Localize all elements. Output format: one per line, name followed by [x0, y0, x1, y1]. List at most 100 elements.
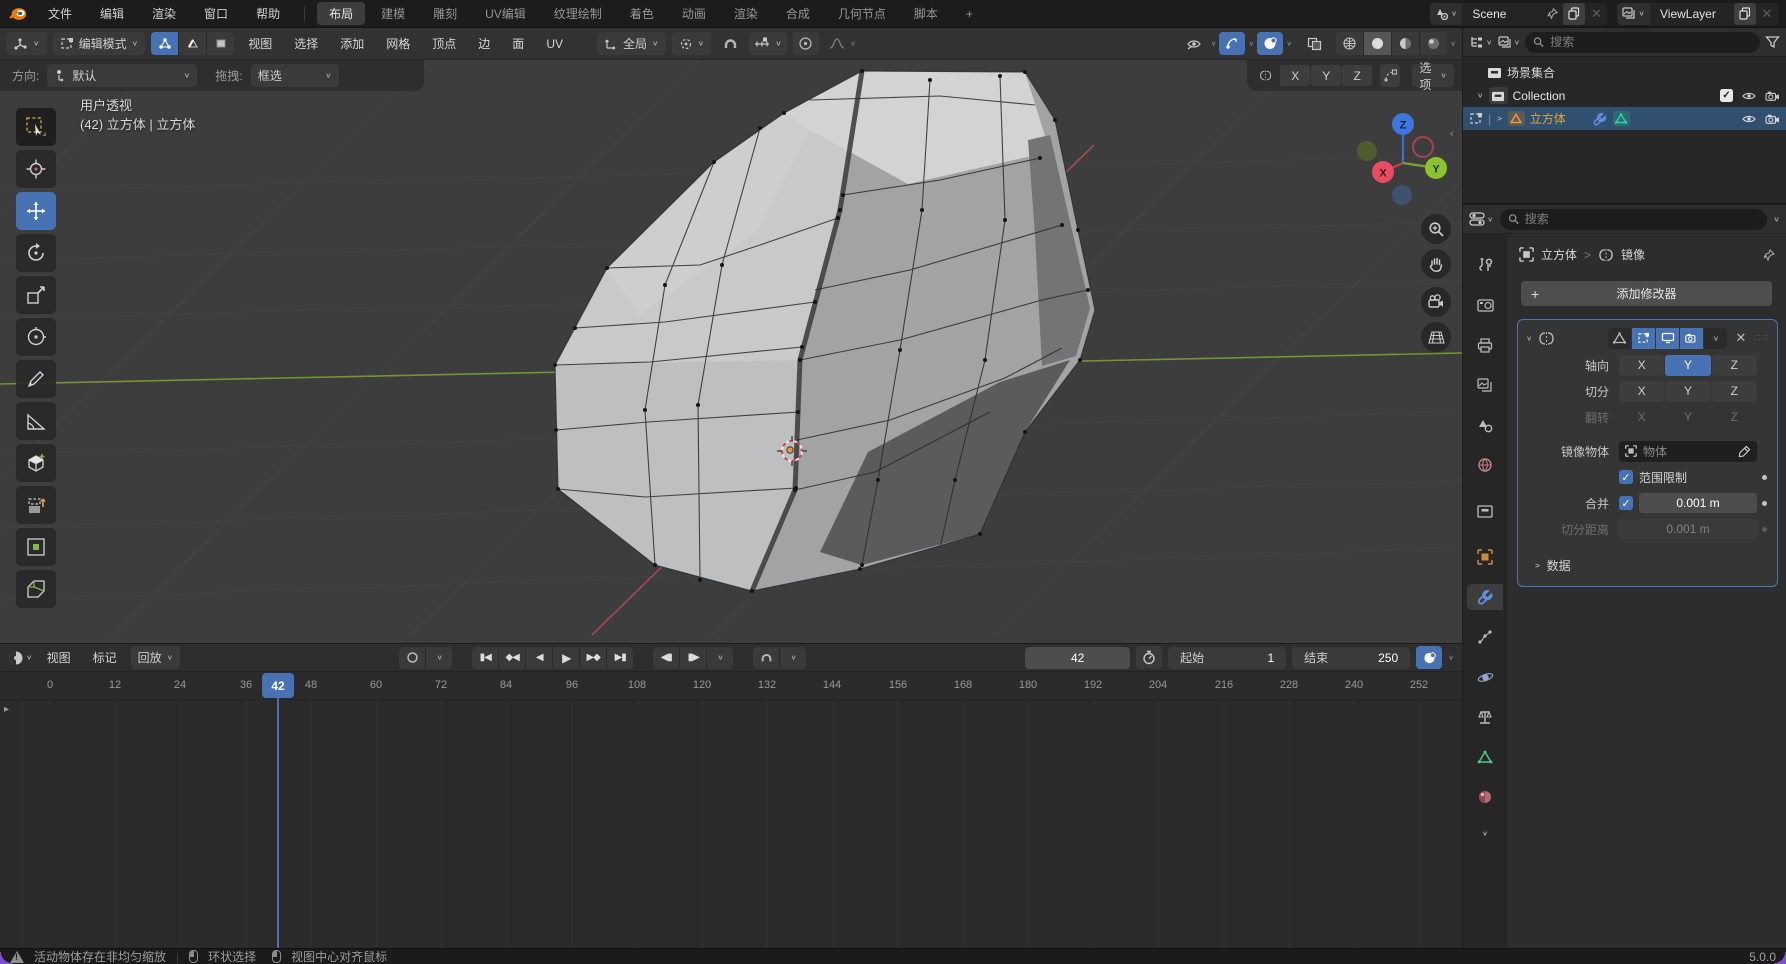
timeline-menu-marker[interactable]: 标记: [85, 646, 125, 669]
animate-dot[interactable]: [1761, 474, 1767, 480]
timeline-editor-type-button[interactable]: ∨: [8, 650, 33, 666]
next-keyframe-button[interactable]: ▶◆: [580, 646, 607, 669]
zoom-button[interactable]: [1421, 214, 1451, 244]
gizmo-toggle[interactable]: [1219, 32, 1246, 55]
hide-eye-icon[interactable]: [1741, 90, 1757, 102]
menu-render[interactable]: 渲染: [140, 2, 188, 25]
tab-constraints[interactable]: [1467, 704, 1503, 730]
tab-viewlayer[interactable]: [1467, 372, 1503, 398]
vp-menu-edge[interactable]: 边: [470, 32, 498, 55]
shading-solid-button[interactable]: [1364, 32, 1392, 55]
show-on-cage-toggle[interactable]: [1608, 327, 1632, 349]
workspace-tab-scripting[interactable]: 脚本: [902, 2, 950, 25]
vertex-select-button[interactable]: [151, 32, 179, 55]
panel-expand-chevron[interactable]: ∨: [1526, 334, 1533, 343]
flip-x-button[interactable]: X: [1619, 406, 1665, 428]
gizmo-neg-y[interactable]: [1357, 141, 1377, 161]
vp-menu-select[interactable]: 选择: [286, 32, 326, 55]
expand-chevron[interactable]: ∨: [1477, 91, 1484, 100]
blender-logo-icon[interactable]: [8, 5, 28, 23]
tool-bevel[interactable]: [16, 570, 56, 608]
gizmo-neg-z[interactable]: [1392, 185, 1412, 205]
bisect-y-button[interactable]: Y: [1665, 380, 1711, 402]
timeline-tracks[interactable]: ▸: [0, 700, 1462, 948]
snap-toggle[interactable]: [717, 32, 743, 55]
auto-keying-toggle[interactable]: [399, 646, 426, 669]
tool-select-box[interactable]: [16, 108, 56, 146]
drag-handle[interactable]: ···· ····: [1754, 332, 1769, 344]
tab-particles[interactable]: [1467, 624, 1503, 650]
jump-to-end-button[interactable]: ▶▮: [607, 646, 634, 669]
bisect-z-button[interactable]: Z: [1711, 380, 1757, 402]
transform-direction-dropdown[interactable]: 默认 ∨: [47, 64, 198, 87]
jump-to-start-button[interactable]: ▮◀: [472, 646, 499, 669]
render-camera-icon[interactable]: [1765, 90, 1780, 102]
render-camera-icon[interactable]: [1765, 113, 1780, 125]
scene-selector[interactable]: ∨ Scene ✕: [1429, 2, 1608, 25]
channels-expand-arrow[interactable]: ▸: [4, 704, 9, 715]
vp-menu-vertex[interactable]: 顶点: [424, 32, 464, 55]
timeline-ruler[interactable]: 0 12 24 36 48 60 72 84 96 108 120 132 14…: [0, 672, 1462, 700]
workspace-tab-geonodes[interactable]: 几何节点: [826, 2, 898, 25]
pivot-point-selector[interactable]: ∨: [671, 32, 712, 55]
tab-collection[interactable]: [1467, 498, 1503, 524]
delete-viewlayer-button[interactable]: ✕: [1756, 3, 1778, 25]
menu-window[interactable]: 窗口: [192, 2, 240, 25]
properties-editor-type-button[interactable]: ∨: [1469, 212, 1494, 226]
bisect-x-button[interactable]: X: [1619, 380, 1665, 402]
tool-rotate[interactable]: [16, 234, 56, 272]
tool-transform[interactable]: [16, 318, 56, 356]
frame-start-field[interactable]: 起始 1: [1168, 646, 1287, 669]
new-viewlayer-button[interactable]: [1734, 2, 1756, 25]
viewlayer-selector[interactable]: ∨ ViewLayer ✕: [1617, 2, 1778, 25]
axis-x-button[interactable]: X: [1619, 354, 1665, 376]
navigation-gizmo[interactable]: Z X Y: [1355, 105, 1460, 220]
camera-view-button[interactable]: [1421, 287, 1451, 317]
vp-menu-uv[interactable]: UV: [538, 34, 571, 54]
shading-material-button[interactable]: [1392, 32, 1420, 55]
show-in-viewport-toggle[interactable]: [1656, 327, 1680, 349]
modifier-extras-dropdown[interactable]: ∨: [1704, 327, 1728, 349]
breadcrumb-modifier[interactable]: 镜像: [1621, 246, 1645, 263]
drag-mode-dropdown[interactable]: 框选 ∨: [250, 64, 339, 87]
data-subpanel-header[interactable]: ∨ 数据: [1524, 554, 1771, 576]
frame-back-button[interactable]: ◀▮: [653, 646, 680, 669]
shading-rendered-button[interactable]: [1420, 32, 1448, 55]
snap-base-button[interactable]: [1380, 64, 1401, 87]
tool-annotate[interactable]: [16, 360, 56, 398]
pin-icon[interactable]: [1546, 7, 1559, 20]
remove-modifier-button[interactable]: ✕: [1732, 330, 1749, 346]
playback-dropdown[interactable]: 回放 ∨: [130, 646, 181, 669]
tab-physics[interactable]: [1467, 664, 1503, 690]
tabs-overflow-chevron[interactable]: ∨: [1482, 829, 1489, 838]
tab-render[interactable]: [1467, 292, 1503, 318]
proportional-edit-toggle[interactable]: [792, 32, 819, 55]
menu-file[interactable]: 文件: [36, 2, 84, 25]
shading-wireframe-button[interactable]: [1336, 32, 1364, 55]
tool-cursor[interactable]: [16, 150, 56, 188]
pin-icon[interactable]: [1762, 248, 1776, 262]
workspace-tab-animation[interactable]: 动画: [670, 2, 718, 25]
vp-menu-view[interactable]: 视图: [240, 32, 280, 55]
tab-scene[interactable]: [1467, 412, 1503, 438]
animate-dot[interactable]: [1761, 500, 1767, 506]
play-reverse-button[interactable]: ◀: [526, 646, 553, 669]
axis-z-button[interactable]: Z: [1711, 354, 1757, 376]
options-dropdown[interactable]: 选项 ∨: [1412, 61, 1454, 92]
tab-output[interactable]: [1467, 332, 1503, 358]
outliner-row-scene-collection[interactable]: 场景集合: [1463, 61, 1786, 84]
ortho-toggle-button[interactable]: [1421, 322, 1451, 352]
workspace-tab-uv[interactable]: UV编辑: [473, 2, 538, 25]
vp-menu-mesh[interactable]: 网格: [378, 32, 418, 55]
scene-name[interactable]: Scene: [1462, 7, 1546, 21]
axis-y-button[interactable]: Y: [1665, 354, 1711, 376]
tool-inset-faces[interactable]: [16, 528, 56, 566]
tab-tool[interactable]: [1467, 252, 1503, 278]
outliner-row-collection[interactable]: ∨ Collection ✓: [1463, 84, 1786, 107]
current-frame-field[interactable]: 42: [1025, 646, 1131, 669]
stopwatch-button[interactable]: [1136, 646, 1163, 669]
filter-icon[interactable]: [1765, 35, 1780, 49]
current-frame-indicator[interactable]: 42: [262, 673, 294, 698]
overlays-toggle[interactable]: [1257, 32, 1284, 55]
workspace-tab-compositing[interactable]: 合成: [774, 2, 822, 25]
